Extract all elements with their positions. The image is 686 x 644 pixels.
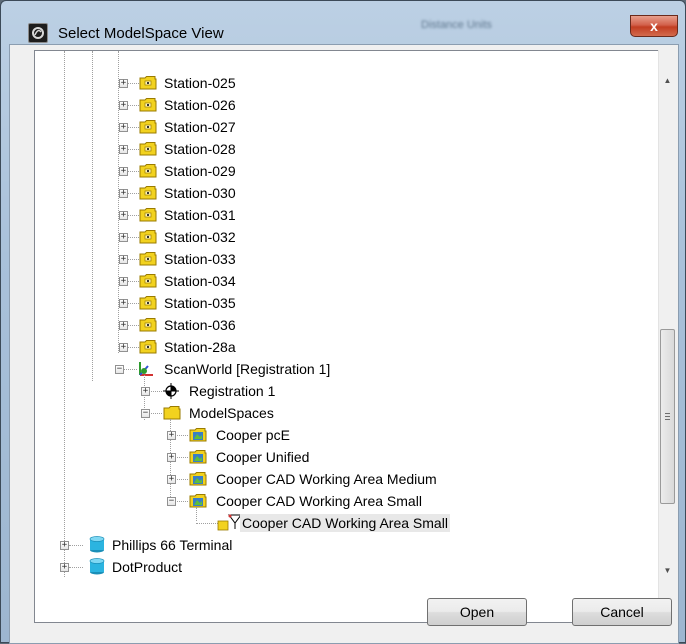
expand-icon[interactable]: + — [119, 233, 128, 242]
tree-item-station[interactable]: Station-031 — [164, 206, 236, 224]
tree-guide-line — [148, 391, 162, 392]
tree-item-modelspace[interactable]: Cooper CAD Working Area Small — [216, 492, 422, 510]
grip-line — [665, 419, 670, 420]
dialog-client-area: + Station-025 + Station-026 + Station-027 + Sta… — [9, 44, 679, 644]
tree-guide-line — [174, 435, 188, 436]
expand-icon[interactable]: + — [119, 211, 128, 220]
scroll-thumb[interactable] — [660, 329, 675, 504]
expand-icon[interactable]: + — [119, 321, 128, 330]
open-button[interactable]: Open — [427, 598, 527, 626]
scroll-down-arrow-icon[interactable]: ▼ — [661, 564, 674, 577]
expand-icon[interactable]: + — [119, 299, 128, 308]
background-window-title: Distance Units — [421, 19, 492, 31]
tree-item-station[interactable]: Station-029 — [164, 162, 236, 180]
tree-item-station[interactable]: Station-033 — [164, 250, 236, 268]
modelspace-icon — [189, 449, 207, 465]
collapse-icon[interactable]: − — [115, 365, 124, 374]
expand-icon[interactable]: + — [167, 453, 176, 462]
grip-line — [665, 416, 670, 417]
expand-icon[interactable]: + — [119, 255, 128, 264]
expand-icon[interactable]: + — [119, 343, 128, 352]
tree-item-project[interactable]: Phillips 66 Terminal — [112, 536, 232, 554]
expand-icon[interactable]: + — [119, 145, 128, 154]
station-folder-icon — [139, 97, 157, 113]
expand-icon[interactable]: + — [119, 277, 128, 286]
tree-item-scanworld[interactable]: ScanWorld [Registration 1] — [164, 360, 330, 378]
expand-icon[interactable]: + — [167, 431, 176, 440]
tree-item-station[interactable]: Station-030 — [164, 184, 236, 202]
collapse-icon[interactable]: − — [167, 497, 176, 506]
station-folder-icon — [139, 273, 157, 289]
expand-icon[interactable]: + — [119, 167, 128, 176]
station-folder-icon — [139, 75, 157, 91]
tree-item-station[interactable]: Station-035 — [164, 294, 236, 312]
tree-guide-line — [196, 507, 197, 521]
station-folder-icon — [139, 251, 157, 267]
tree-guide-line — [92, 51, 93, 381]
title-bar[interactable]: Select ModelSpace View Distance Units x — [1, 1, 685, 43]
station-folder-icon — [139, 141, 157, 157]
project-database-icon — [88, 557, 106, 575]
tree-item-station[interactable]: Station-025 — [164, 74, 236, 92]
cancel-button[interactable]: Cancel — [572, 598, 672, 626]
scroll-up-arrow-icon[interactable]: ▲ — [661, 74, 674, 87]
modelspace-icon — [189, 471, 207, 487]
tree-guide-line — [123, 369, 137, 370]
tree-item-view[interactable]: Cooper CAD Working Area Small — [240, 514, 450, 532]
tree-item-modelspaces[interactable]: ModelSpaces — [189, 404, 274, 422]
station-folder-icon — [139, 119, 157, 135]
scanworld-icon — [136, 360, 154, 376]
tree-item-station[interactable]: Station-032 — [164, 228, 236, 246]
tree-item-station[interactable]: Station-027 — [164, 118, 236, 136]
expand-icon[interactable]: + — [119, 101, 128, 110]
expand-icon[interactable]: + — [167, 475, 176, 484]
tree-guide-line — [174, 479, 188, 480]
tree-guide-line — [69, 567, 83, 568]
tree-item-modelspace[interactable]: Cooper pcE — [216, 426, 290, 444]
station-folder-icon — [139, 295, 157, 311]
tree-guide-line — [174, 457, 188, 458]
tree-item-registration[interactable]: Registration 1 — [189, 382, 275, 400]
app-icon — [28, 23, 48, 43]
modelspace-view-icon — [217, 513, 242, 531]
station-folder-icon — [139, 163, 157, 179]
tree-item-station[interactable]: Station-034 — [164, 272, 236, 290]
expand-icon[interactable]: + — [119, 79, 128, 88]
tree-item-station[interactable]: Station-28a — [164, 338, 236, 356]
tree-item-station[interactable]: Station-036 — [164, 316, 236, 334]
tree-item-station[interactable]: Station-028 — [164, 140, 236, 158]
modelspace-tree[interactable]: + Station-025 + Station-026 + Station-027 + Sta… — [34, 50, 665, 623]
registration-icon — [163, 383, 181, 399]
station-folder-icon — [139, 207, 157, 223]
expand-icon[interactable]: + — [60, 541, 69, 550]
tree-guide-line — [174, 501, 188, 502]
tree-guide-line — [64, 51, 65, 577]
tree-item-station[interactable]: Station-026 — [164, 96, 236, 114]
station-folder-icon — [139, 185, 157, 201]
dialog-title: Select ModelSpace View — [58, 25, 224, 42]
expand-icon[interactable]: + — [119, 189, 128, 198]
station-folder-icon — [139, 317, 157, 333]
expand-icon[interactable]: + — [60, 563, 69, 572]
expand-icon[interactable]: + — [141, 387, 150, 396]
collapse-icon[interactable]: − — [141, 409, 150, 418]
tree-item-modelspace[interactable]: Cooper CAD Working Area Medium — [216, 470, 437, 488]
station-folder-icon — [139, 229, 157, 245]
vertical-scrollbar[interactable]: ▲ ▼ — [658, 50, 675, 622]
project-database-icon — [88, 535, 106, 553]
tree-guide-line — [69, 545, 83, 546]
modelspace-icon — [189, 493, 207, 509]
grip-line — [665, 413, 670, 414]
modelspaces-folder-icon — [163, 405, 181, 421]
expand-icon[interactable]: + — [119, 123, 128, 132]
dialog-window: Select ModelSpace View Distance Units x … — [0, 0, 686, 644]
station-folder-icon — [139, 339, 157, 355]
tree-item-project[interactable]: DotProduct — [112, 558, 182, 576]
modelspace-icon — [189, 427, 207, 443]
close-button[interactable]: x — [630, 15, 678, 37]
tree-item-modelspace[interactable]: Cooper Unified — [216, 448, 309, 466]
tree-guide-line — [148, 413, 162, 414]
